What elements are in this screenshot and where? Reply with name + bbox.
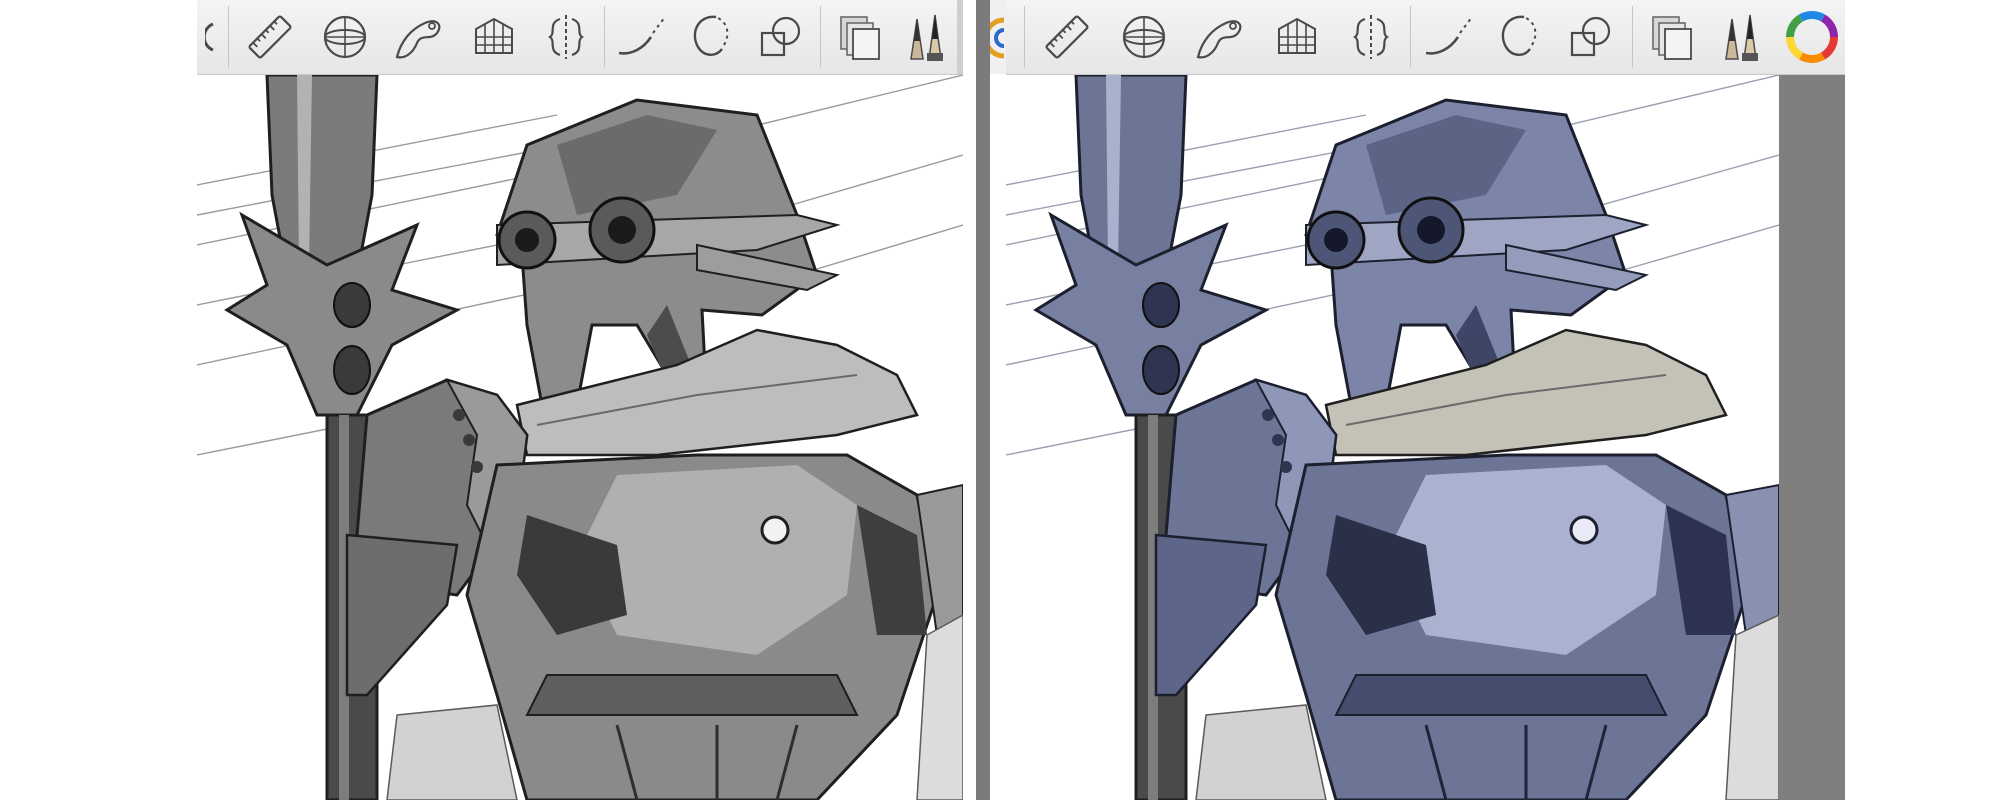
layers-icon[interactable] bbox=[825, 0, 896, 74]
brush-library-icon[interactable] bbox=[1709, 0, 1778, 74]
ellipse-stroke-icon[interactable] bbox=[676, 0, 743, 74]
panel-divider bbox=[976, 0, 990, 800]
symmetry-icon[interactable] bbox=[531, 0, 600, 74]
line-stroke-icon[interactable] bbox=[609, 0, 676, 74]
toolbar-separator bbox=[820, 6, 822, 68]
toolbar-separator bbox=[227, 6, 229, 68]
french-curve-icon[interactable] bbox=[1182, 0, 1259, 74]
canvas-panel-grayscale bbox=[197, 0, 963, 800]
toolbar bbox=[197, 0, 963, 75]
toolbar-edge bbox=[197, 0, 224, 74]
french-curve-icon[interactable] bbox=[382, 0, 457, 74]
toolbar-separator bbox=[604, 6, 606, 68]
shape-icon[interactable] bbox=[743, 0, 816, 74]
drawing-canvas[interactable] bbox=[197, 75, 963, 800]
ruler-icon[interactable] bbox=[233, 0, 308, 74]
toolbar-separator bbox=[1410, 6, 1412, 68]
drawing-canvas[interactable] bbox=[1006, 75, 1779, 800]
ellipse-stroke-icon[interactable] bbox=[1484, 0, 1553, 74]
color-wheel-edge bbox=[983, 0, 1006, 74]
toolbar-separator bbox=[1631, 6, 1633, 68]
robot-artwork-tinted bbox=[1006, 75, 1779, 800]
color-wheel-icon[interactable] bbox=[1778, 0, 1845, 74]
ruler-icon[interactable] bbox=[1029, 0, 1106, 74]
toolbar-edge bbox=[1006, 0, 1020, 74]
robot-hip bbox=[386, 704, 518, 800]
brush-library-icon[interactable] bbox=[896, 0, 963, 74]
symmetry-icon[interactable] bbox=[1336, 0, 1407, 74]
robot-artwork-grayscale bbox=[197, 75, 963, 800]
toolbar bbox=[1006, 0, 1845, 75]
robot-arm-right bbox=[1724, 483, 1779, 800]
ellipse-guide-icon[interactable] bbox=[1105, 0, 1182, 74]
perspective-grid-icon[interactable] bbox=[1259, 0, 1336, 74]
layers-icon[interactable] bbox=[1637, 0, 1710, 74]
line-stroke-icon[interactable] bbox=[1415, 0, 1484, 74]
perspective-grid-icon[interactable] bbox=[457, 0, 532, 74]
canvas-scroll-gutter bbox=[1779, 75, 1845, 800]
canvas-panel-tinted bbox=[1006, 0, 1845, 800]
ellipse-guide-icon[interactable] bbox=[307, 0, 382, 74]
chest-armor bbox=[465, 453, 939, 800]
robot-hip bbox=[1195, 704, 1327, 800]
shape-icon[interactable] bbox=[1553, 0, 1628, 74]
robot-arm-right bbox=[915, 483, 963, 800]
chest-armor bbox=[1274, 453, 1748, 800]
toolbar-overflow-edge bbox=[957, 0, 963, 74]
toolbar-separator bbox=[1023, 6, 1025, 68]
